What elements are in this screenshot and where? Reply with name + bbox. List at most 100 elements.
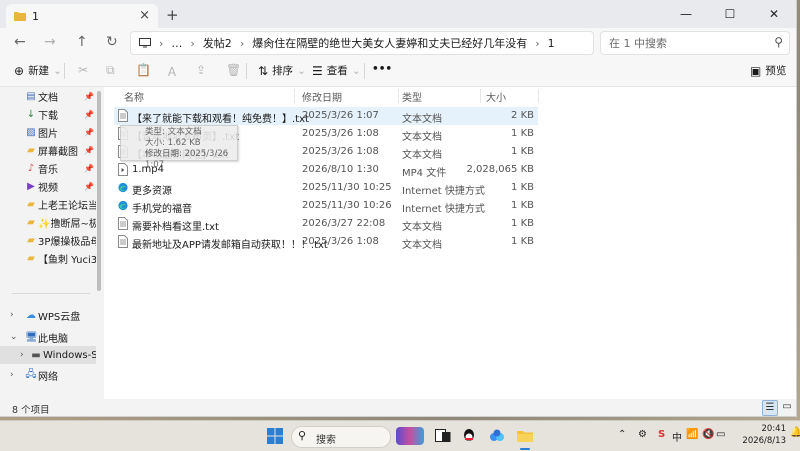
new-button[interactable]: ⊕ 新建 ⌄ bbox=[14, 63, 62, 78]
search-box[interactable]: 在 1 中搜索 ⚲ bbox=[600, 31, 790, 55]
copy-icon: ⧉ bbox=[106, 63, 115, 77]
details-view-button[interactable]: ☰ bbox=[762, 400, 778, 416]
ime-language[interactable]: 中 bbox=[672, 429, 682, 444]
system-clock[interactable]: 20:41 2026/8/13 bbox=[730, 423, 786, 447]
tiles-view-button[interactable]: ▭ bbox=[780, 400, 794, 414]
scrollbar-thumb[interactable] bbox=[97, 91, 101, 291]
file-row[interactable]: 需要补档看这里.txt 2026/3/27 22:08 文本文档 1 KB bbox=[114, 215, 538, 233]
wps-tray-icon[interactable]: ⚙ bbox=[638, 429, 647, 440]
file-row[interactable]: 手机党的福音 2025/11/30 10:26 Internet 快捷方式 1 KB bbox=[114, 197, 538, 215]
view-icon: ☰ bbox=[312, 63, 323, 78]
sidebar-location[interactable]: › ☁ WPS云盘 bbox=[0, 306, 96, 324]
copy-button[interactable]: ⧉ bbox=[106, 63, 115, 78]
share-button[interactable]: ⇪ bbox=[196, 63, 206, 77]
address-bar[interactable]: › … › 发帖2 › 爆肏住在隔壁的绝世大美女人妻婷和丈夫已经好几年没有 › … bbox=[130, 31, 594, 55]
chevron-down-icon[interactable]: ⌄ bbox=[10, 332, 18, 342]
folder-icon: ▰ bbox=[27, 198, 35, 210]
file-modified: 2025/3/26 1:07 bbox=[302, 110, 379, 121]
sidebar-item-label: 音乐 bbox=[38, 164, 58, 176]
plus-circle-icon: ⊕ bbox=[14, 63, 25, 78]
column-header-type[interactable]: 类型 bbox=[402, 87, 422, 105]
tab-current[interactable]: 1 × bbox=[6, 4, 158, 28]
column-divider[interactable] bbox=[538, 89, 539, 103]
sidebar-scrollbar[interactable] bbox=[96, 87, 102, 399]
status-bar: 8 个项目 ☰ ▭ bbox=[0, 399, 796, 416]
title-bar: 1 × + — ☐ ✕ bbox=[0, 0, 796, 28]
wifi-icon[interactable]: 📶 bbox=[686, 429, 698, 440]
task-view-icon[interactable] bbox=[434, 427, 452, 445]
navigation-bar: ← → ↑ ↻ › … › 发帖2 › 爆肏住在隔壁的绝世大美女人妻婷和丈夫已经… bbox=[0, 28, 796, 56]
computer-icon: 🖥 bbox=[25, 331, 38, 343]
pin-icon: 📌 bbox=[84, 127, 94, 137]
rename-button[interactable]: Ａ bbox=[166, 63, 178, 80]
notification-icon[interactable]: 🔔 bbox=[790, 427, 800, 438]
sidebar-item[interactable]: ▤ 文档 📌 bbox=[0, 87, 96, 105]
breadcrumb-item[interactable]: 爆肏住在隔壁的绝世大美女人妻婷和丈夫已经好几年没有 bbox=[252, 35, 527, 51]
sidebar-item[interactable]: ▶ 视频 📌 bbox=[0, 177, 96, 195]
breadcrumb-item[interactable]: 发帖2 bbox=[203, 35, 232, 51]
sidebar-location[interactable]: › ▬Windows-SSD bbox=[0, 346, 96, 364]
column-header-size[interactable]: 大小 bbox=[486, 87, 506, 105]
maximize-button[interactable]: ☐ bbox=[708, 0, 752, 28]
network-icon: 🖧 bbox=[25, 368, 37, 380]
sidebar-item[interactable]: ♪ 音乐 📌 bbox=[0, 159, 96, 177]
sidebar-location[interactable]: › 🖧 网络 bbox=[0, 366, 96, 384]
file-explorer-taskbar-icon[interactable] bbox=[516, 427, 534, 445]
column-header-name[interactable]: 名称 bbox=[124, 87, 144, 105]
battery-icon[interactable]: ▭ bbox=[716, 429, 725, 440]
more-options-button[interactable]: ••• bbox=[372, 63, 392, 75]
forward-button[interactable]: → bbox=[44, 34, 56, 50]
sidebar-item[interactable]: ↓ 下载 📌 bbox=[0, 105, 96, 123]
close-button[interactable]: ✕ bbox=[752, 0, 796, 28]
delete-button[interactable]: 🗑 bbox=[226, 63, 241, 77]
windows-start-icon[interactable] bbox=[266, 427, 284, 445]
edge-shortcut-icon bbox=[118, 200, 128, 211]
taskbar-search[interactable]: ⚲ 搜索 bbox=[291, 426, 391, 448]
column-divider[interactable] bbox=[294, 89, 295, 103]
qq-icon[interactable] bbox=[460, 427, 478, 445]
volume-icon[interactable]: 🔇 bbox=[702, 429, 714, 440]
baidu-netdisk-icon[interactable] bbox=[488, 427, 506, 445]
up-button[interactable]: ↑ bbox=[76, 34, 88, 50]
sidebar-item[interactable]: ▨ 图片 📌 bbox=[0, 123, 96, 141]
chevron-right-icon[interactable]: › bbox=[10, 370, 14, 380]
search-input[interactable]: 在 1 中搜索 bbox=[609, 35, 667, 51]
sidebar-item-label: 3P爆操极品母狗 bbox=[38, 236, 96, 248]
preview-pane-button[interactable]: ▣ 预览 bbox=[750, 63, 786, 78]
file-size: 1 KB bbox=[511, 218, 534, 229]
view-button[interactable]: ☰ 查看 ⌄ bbox=[312, 63, 361, 78]
file-size: 2 KB bbox=[511, 110, 534, 121]
back-button[interactable]: ← bbox=[14, 34, 26, 50]
sidebar-item[interactable]: ▰【鱼刺 Yuci33】 bbox=[0, 249, 96, 267]
sogou-ime-icon[interactable]: S bbox=[658, 429, 665, 440]
column-header-modified[interactable]: 修改日期 bbox=[302, 87, 342, 105]
tab-close-icon[interactable]: × bbox=[139, 8, 150, 23]
file-row[interactable]: 最新地址及APP请发邮箱自动获取！！！.txt 2025/3/26 1:08 文本文… bbox=[114, 233, 538, 251]
minimize-button[interactable]: — bbox=[664, 0, 708, 28]
address-more-button[interactable]: … bbox=[171, 37, 182, 50]
column-divider[interactable] bbox=[398, 89, 399, 103]
refresh-button[interactable]: ↻ bbox=[106, 34, 118, 50]
tray-overflow-icon[interactable]: ⌃ bbox=[618, 429, 626, 440]
sidebar-item[interactable]: ▰上老王论坛当老王 bbox=[0, 195, 96, 213]
sort-button[interactable]: ⇅ 排序 ⌄ bbox=[258, 63, 306, 78]
sidebar-item-label: 图片 bbox=[38, 128, 58, 140]
search-highlight-icon[interactable] bbox=[396, 427, 424, 445]
sidebar-location[interactable]: ⌄ 🖥 此电脑 bbox=[0, 328, 96, 346]
paste-button[interactable]: 📋 bbox=[136, 63, 151, 77]
sidebar-item[interactable]: ▰✨撸断屌~极品 bbox=[0, 213, 96, 231]
chevron-right-icon[interactable]: › bbox=[10, 310, 14, 320]
file-row[interactable]: 更多资源 2025/11/30 10:25 Internet 快捷方式 1 KB bbox=[114, 179, 538, 197]
sidebar-item[interactable]: ▰3P爆操极品母狗 bbox=[0, 231, 96, 249]
file-row[interactable]: 【来了就能下载和观看！纯免费！】.txt 2025/3/26 1:07 文本文档 2 … bbox=[114, 107, 538, 125]
chevron-right-icon[interactable]: › bbox=[20, 350, 24, 360]
file-type: Internet 快捷方式 bbox=[402, 204, 485, 215]
file-size: 1 KB bbox=[511, 182, 534, 193]
new-tab-button[interactable]: + bbox=[166, 6, 179, 24]
file-size: 1 KB bbox=[511, 236, 534, 247]
sidebar-item[interactable]: ▰ 屏幕截图 📌 bbox=[0, 141, 96, 159]
breadcrumb-item[interactable]: 1 bbox=[548, 37, 555, 50]
file-modified: 2025/3/26 1:08 bbox=[302, 236, 379, 247]
cut-button[interactable]: ✂ bbox=[78, 63, 88, 77]
column-divider[interactable] bbox=[480, 89, 481, 103]
